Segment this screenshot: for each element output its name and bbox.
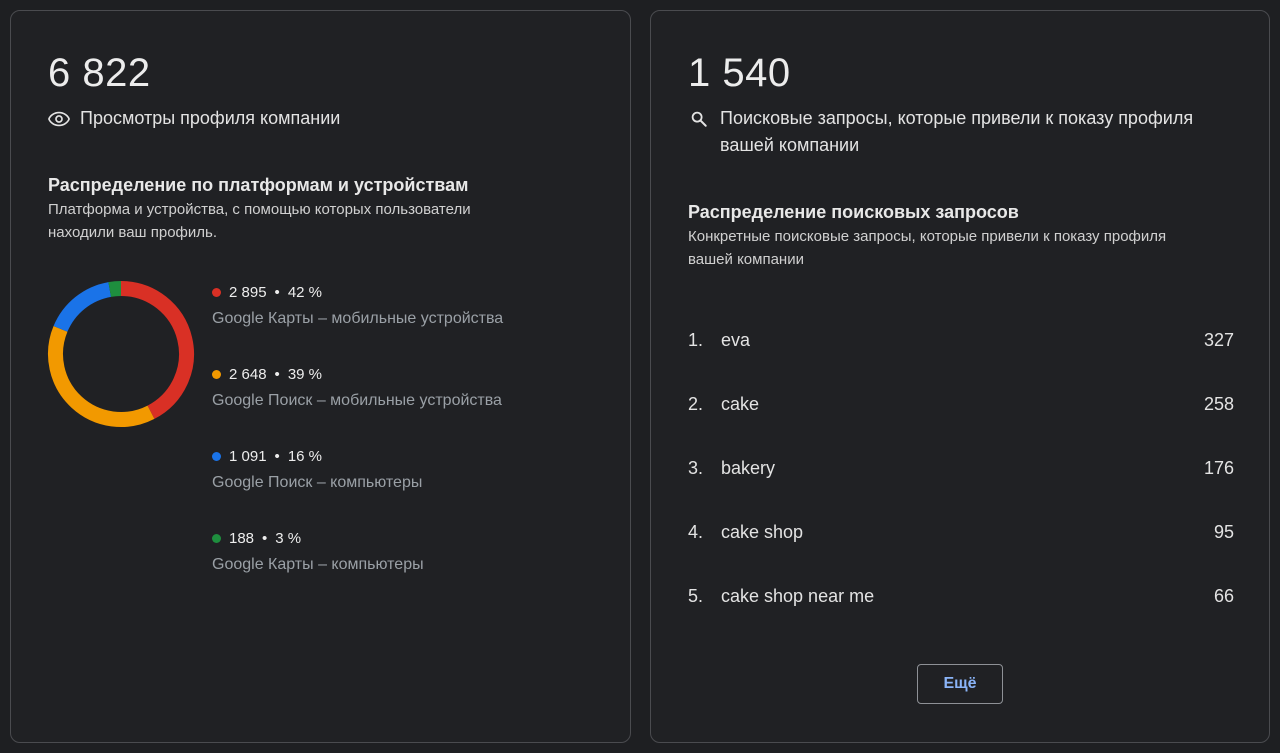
legend-item-maps-mobile: 2 895 • 42 % Google Карты – мобильные ус…: [212, 281, 503, 330]
legend-dot: [212, 287, 221, 297]
donut-slice: [48, 326, 155, 427]
legend-count: 2 895: [229, 283, 267, 301]
legend-percent: 42 %: [287, 283, 323, 301]
profile-views-label-row: Просмотры профиля компании: [48, 105, 340, 132]
query-row: 3. bakery 176: [688, 456, 1234, 480]
legend-percent: 16 %: [287, 447, 323, 465]
legend-dot: [212, 369, 221, 379]
query-term: cake: [721, 393, 760, 414]
more-button[interactable]: Ещё: [917, 664, 1003, 704]
legend-item-search-mobile: 2 648 • 39 % Google Поиск – мобильные ус…: [212, 363, 502, 412]
query-row: 1. eva 327: [688, 328, 1234, 352]
legend-separator: •: [274, 447, 280, 465]
search-queries-total: 1 540: [688, 51, 791, 95]
query-breakdown-subtitle-line2: вашей компании: [688, 251, 804, 268]
query-count: 176: [1203, 457, 1234, 478]
query-rank: 4.: [688, 521, 704, 542]
legend-separator: •: [262, 529, 268, 547]
query-term: cake shop near me: [721, 585, 875, 606]
legend-dot: [212, 451, 221, 461]
platform-breakdown-subtitle-line2: находили ваш профиль.: [48, 224, 218, 241]
query-rank: 1.: [688, 329, 704, 350]
legend-label: Google Карты – мобильные устройства: [212, 310, 504, 327]
query-breakdown-subtitle-line1: Конкретные поисковые запросы, которые пр…: [688, 228, 1167, 245]
legend-item-maps-desktop: 188 • 3 % Google Карты – компьютеры: [212, 527, 424, 576]
query-count: 258: [1203, 393, 1234, 414]
legend-count: 1 091: [229, 447, 267, 465]
eye-icon: [48, 105, 70, 132]
legend-percent: 39 %: [287, 365, 323, 383]
legend-separator: •: [274, 283, 280, 301]
search-queries-label-row: Поисковые запросы, которые привели к пок…: [688, 105, 1193, 159]
donut-slice: [120, 281, 194, 419]
query-term: bakery: [721, 457, 776, 478]
query-rank: 2.: [688, 393, 704, 414]
legend-dot: [212, 533, 221, 543]
query-count: 66: [1213, 585, 1234, 606]
query-count: 327: [1203, 329, 1234, 350]
search-queries-label-line2: вашей компании: [720, 135, 860, 155]
query-row: 2. cake 258: [688, 392, 1234, 416]
legend-separator: •: [274, 365, 280, 383]
legend-percent: 3 %: [275, 529, 302, 547]
donut-slice: [108, 281, 122, 297]
profile-views-card: 6 822 Просмотры профиля компании Распред…: [10, 10, 631, 743]
query-rank: 5.: [688, 585, 704, 606]
search-queries-card: 1 540 Поисковые запросы, которые привели…: [650, 10, 1270, 743]
query-count: 95: [1213, 521, 1234, 542]
query-rank: 3.: [688, 457, 704, 478]
donut-slice: [53, 282, 112, 333]
legend-label: Google Карты – компьютеры: [212, 556, 424, 573]
platform-breakdown-subtitle-line1: Платформа и устройства, с помощью которы…: [48, 201, 471, 218]
query-row: 4. cake shop 95: [688, 520, 1234, 544]
platform-donut-chart: [48, 281, 194, 427]
legend-count: 188: [229, 529, 255, 547]
legend-label: Google Поиск – компьютеры: [212, 474, 423, 491]
query-term: cake shop: [721, 521, 804, 542]
search-queries-label-line1: Поисковые запросы, которые привели к пок…: [720, 108, 1194, 128]
profile-views-label: Просмотры профиля компании: [80, 108, 341, 128]
query-term: eva: [721, 329, 751, 350]
platform-breakdown-title: Распределение по платформам и устройства…: [48, 175, 469, 195]
query-row: 5. cake shop near me 66: [688, 584, 1234, 608]
legend-count: 2 648: [229, 365, 267, 383]
search-icon: [688, 105, 710, 132]
profile-views-total: 6 822: [48, 51, 151, 95]
query-breakdown-title: Распределение поисковых запросов: [688, 202, 1019, 222]
legend-item-search-desktop: 1 091 • 16 % Google Поиск – компьютеры: [212, 445, 422, 494]
legend-label: Google Поиск – мобильные устройства: [212, 392, 502, 409]
search-queries-label: Поисковые запросы, которые привели к пок…: [720, 105, 1193, 159]
